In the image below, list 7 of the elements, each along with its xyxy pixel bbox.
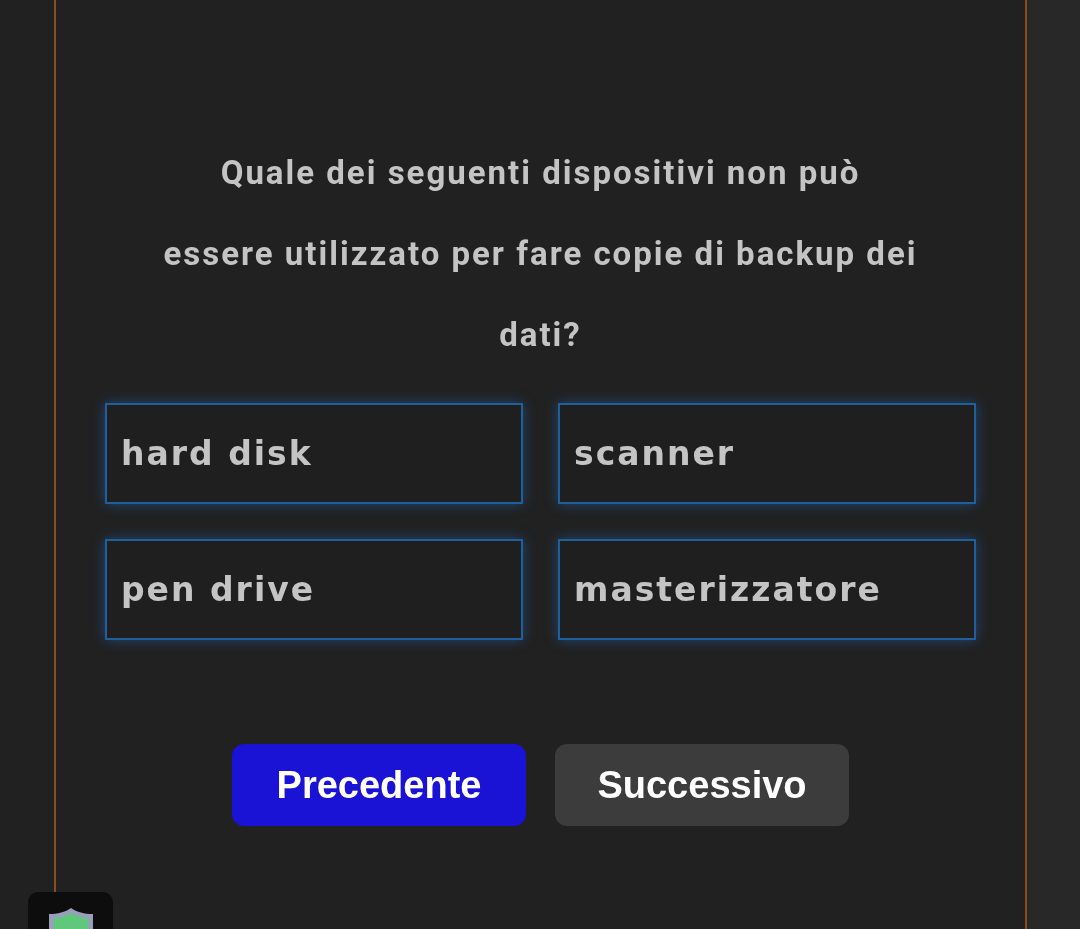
next-button[interactable]: Successivo: [555, 744, 849, 826]
answer-option[interactable]: hard disk: [105, 403, 523, 504]
answer-option[interactable]: scanner: [558, 403, 976, 504]
question-text: Quale dei seguenti dispositivi non può essere utilizzato per fare copie di backup dei dati?: [162, 152, 919, 356]
answer-option[interactable]: pen drive: [105, 539, 523, 640]
previous-button[interactable]: Precedente: [232, 744, 526, 826]
answer-option[interactable]: masterizzatore: [558, 539, 976, 640]
